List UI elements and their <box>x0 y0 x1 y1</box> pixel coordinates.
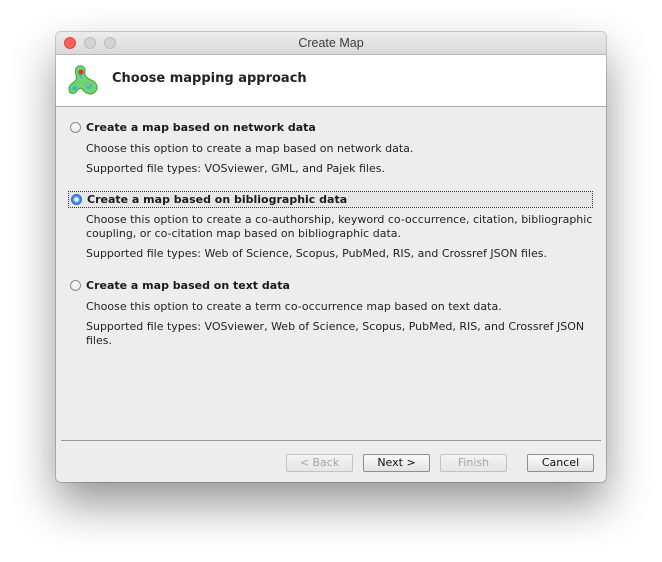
radio-button-unchecked[interactable] <box>70 122 81 133</box>
title-bar[interactable]: Create Map <box>56 32 606 55</box>
radio-network-data[interactable]: Create a map based on network data <box>68 120 316 137</box>
option-file-types: Supported file types: VOSviewer, GML, an… <box>86 162 385 175</box>
option-description: Choose this option to create a co-author… <box>86 213 593 240</box>
window-title: Create Map <box>298 36 364 50</box>
footer-divider <box>61 440 601 441</box>
radio-button-unchecked[interactable] <box>70 280 81 291</box>
option-label: Create a map based on network data <box>86 121 316 134</box>
vosviewer-logo-icon <box>68 65 98 95</box>
option-file-types: Supported file types: VOSviewer, Web of … <box>86 320 585 347</box>
back-button[interactable]: < Back <box>286 454 353 472</box>
option-description: Choose this option to create a map based… <box>86 142 414 155</box>
radio-bibliographic-data[interactable]: Create a map based on bibliographic data <box>68 191 593 208</box>
finish-button[interactable]: Finish <box>440 454 507 472</box>
radio-button-checked[interactable] <box>71 194 82 205</box>
option-label: Create a map based on bibliographic data <box>87 193 348 206</box>
option-file-types: Supported file types: Web of Science, Sc… <box>86 247 547 260</box>
option-description: Choose this option to create a term co-o… <box>86 300 502 313</box>
create-map-dialog: Create Map Choose mapping approach Creat… <box>56 32 606 482</box>
next-button[interactable]: Next > <box>363 454 430 472</box>
radio-text-data[interactable]: Create a map based on text data <box>68 278 290 295</box>
option-label: Create a map based on text data <box>86 279 290 292</box>
wizard-header: Choose mapping approach <box>56 55 606 107</box>
cancel-button[interactable]: Cancel <box>527 454 594 472</box>
page-title: Choose mapping approach <box>112 71 307 86</box>
